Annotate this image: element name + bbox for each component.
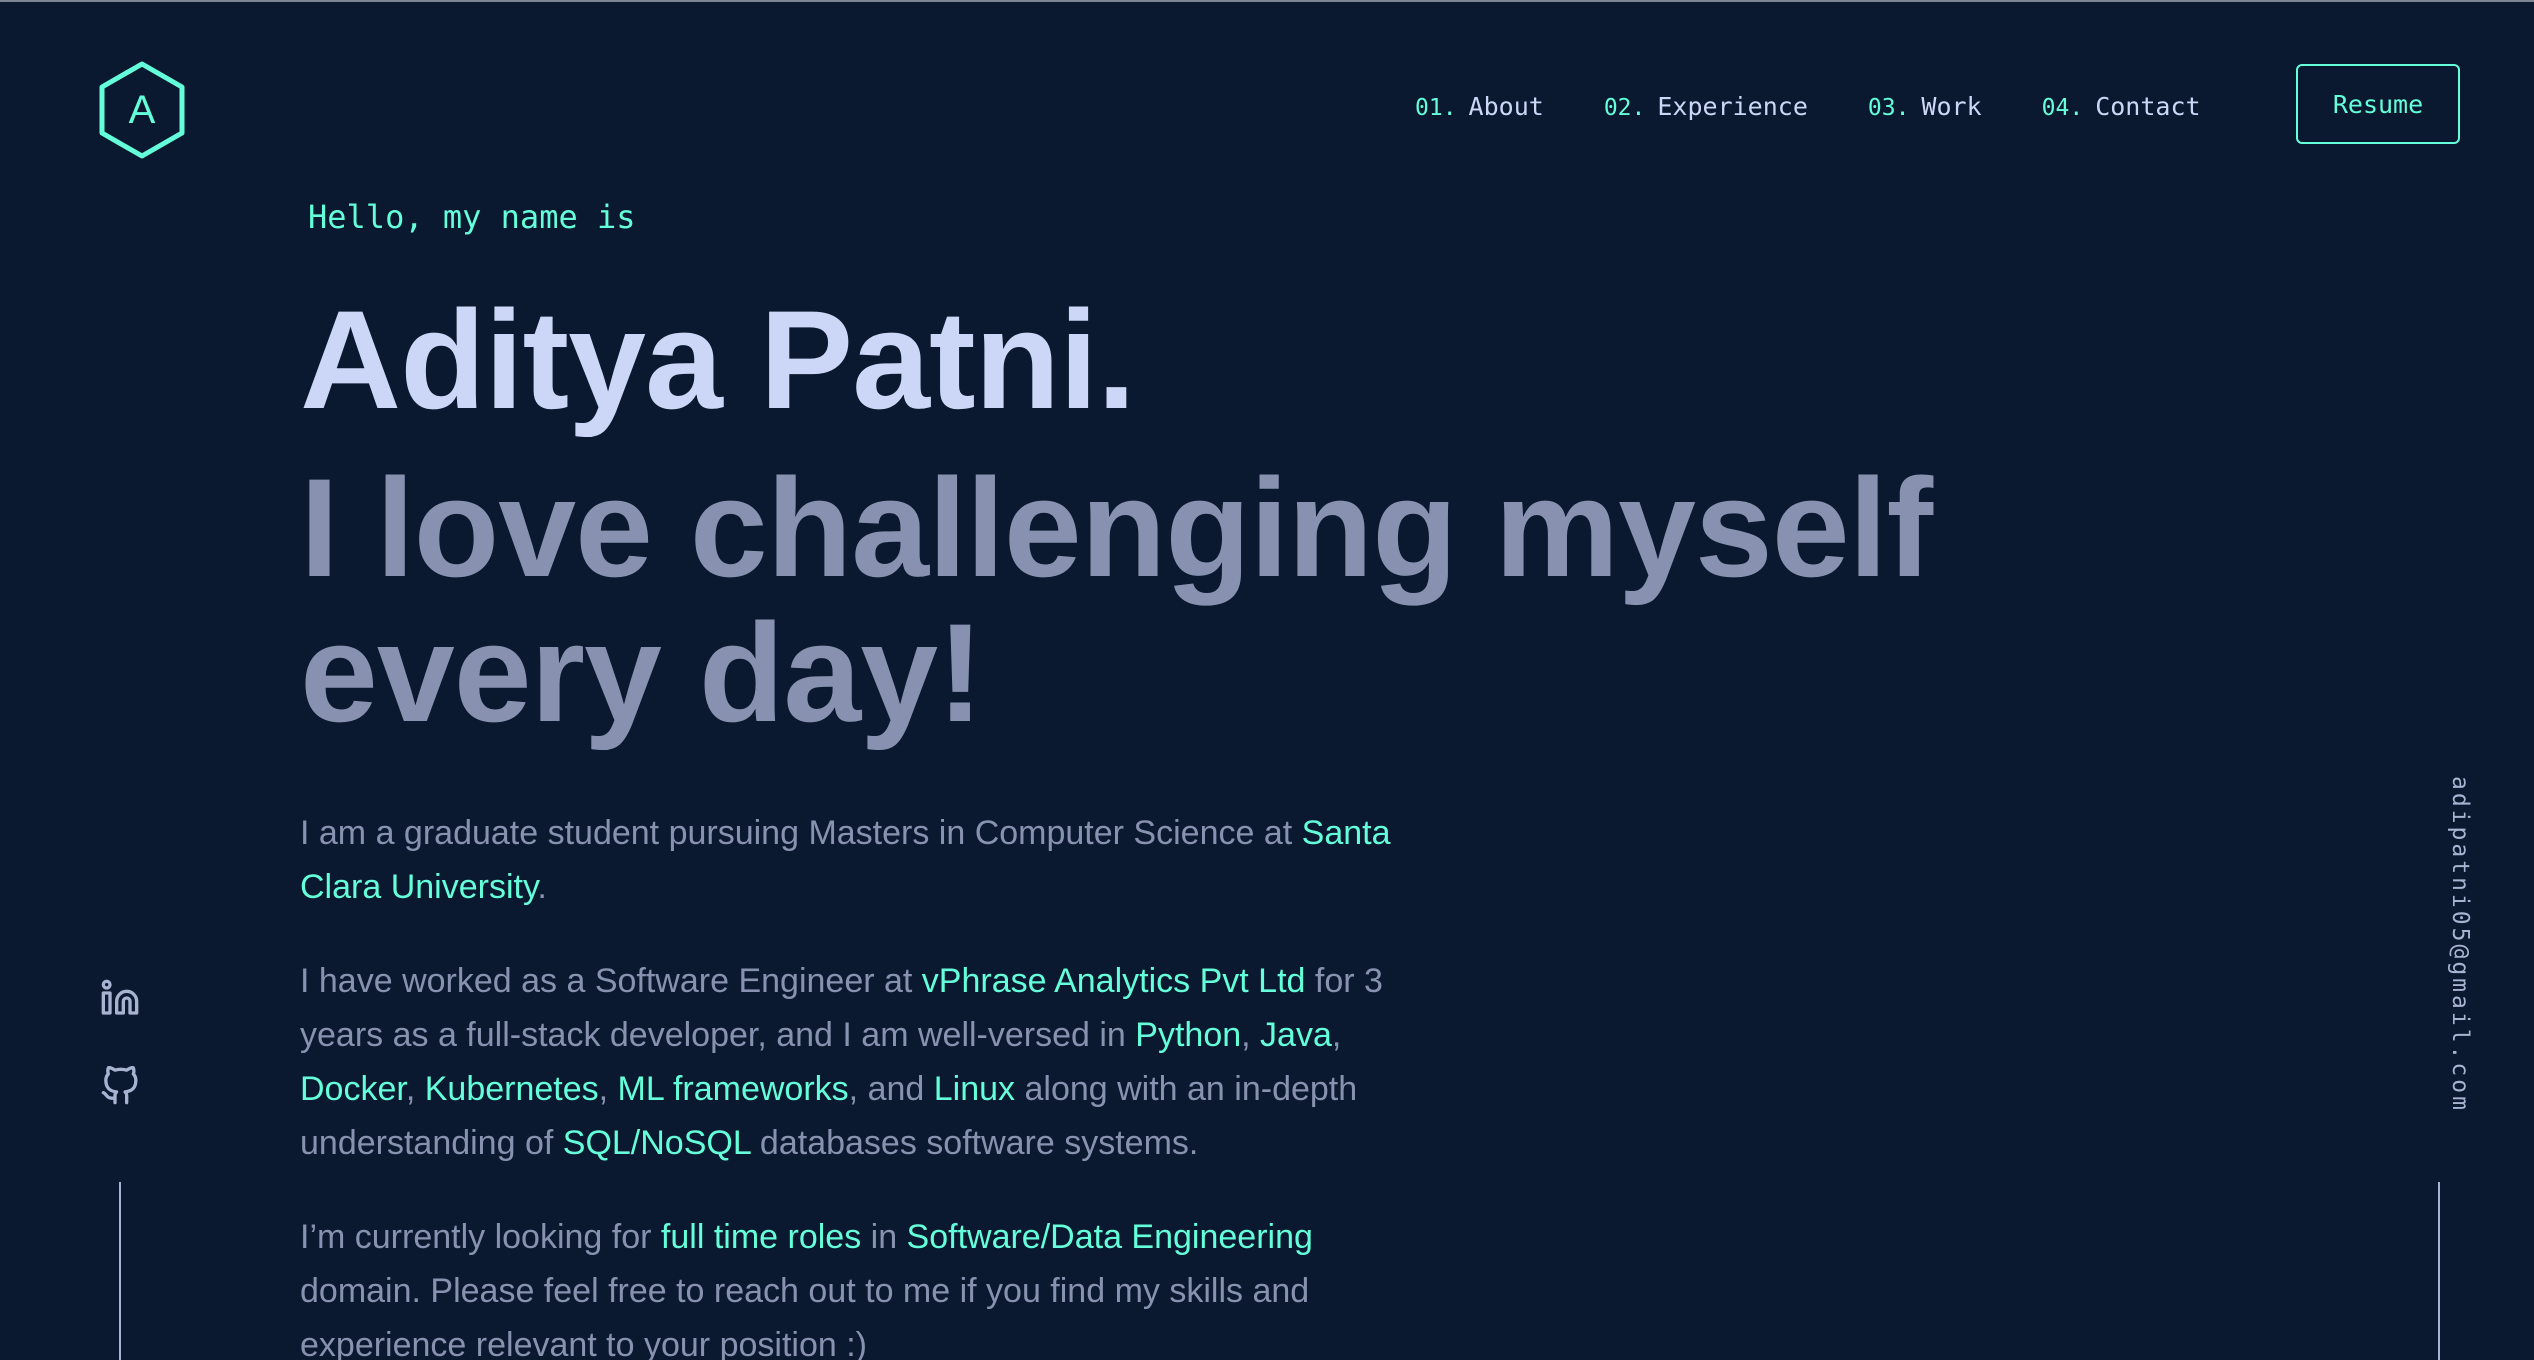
left-divider-line bbox=[119, 1182, 121, 1360]
skill-sql: SQL/NoSQL bbox=[562, 1124, 751, 1162]
nav-label: Experience bbox=[1657, 91, 1808, 121]
logo[interactable]: A bbox=[97, 60, 187, 160]
text: I am a graduate student pursuing Masters… bbox=[300, 814, 1302, 852]
skill-docker: Docker bbox=[300, 1070, 406, 1108]
resume-button[interactable]: Resume bbox=[2296, 64, 2460, 144]
right-divider-line bbox=[2438, 1182, 2440, 1360]
skill-linux: Linux bbox=[933, 1070, 1016, 1108]
nav-item-work[interactable]: 03. Work bbox=[1868, 92, 1982, 121]
text: databases software systems. bbox=[750, 1124, 1199, 1162]
nav-item-experience[interactable]: 02. Experience bbox=[1604, 92, 1808, 121]
about-paragraph-experience: I have worked as a Software Engineer at … bbox=[300, 954, 1430, 1170]
email-sidebar: adipatni05@gmail.com bbox=[2440, 776, 2480, 1126]
nav-item-contact[interactable]: 04. Contact bbox=[2042, 92, 2201, 121]
skill-ml-frameworks: ML frameworks bbox=[617, 1070, 849, 1108]
text: , bbox=[1331, 1016, 1342, 1054]
text: , bbox=[1241, 1016, 1261, 1054]
linkedin-icon[interactable] bbox=[99, 977, 141, 1019]
roles-highlight: full time roles bbox=[660, 1218, 862, 1256]
text: I’m currently looking for bbox=[300, 1218, 661, 1256]
skill-java: Java bbox=[1260, 1016, 1332, 1054]
text: . bbox=[537, 868, 547, 906]
nav-number: 02. bbox=[1603, 94, 1646, 121]
about-text: I am a graduate student pursuing Masters… bbox=[300, 806, 1430, 1360]
social-links bbox=[96, 977, 144, 1153]
hero-greeting: Hello, my name is bbox=[308, 198, 636, 236]
skill-python: Python bbox=[1135, 1016, 1242, 1054]
about-paragraph-looking: I’m currently looking for full time role… bbox=[300, 1210, 1430, 1360]
text: domain. Please feel free to reach out to… bbox=[300, 1272, 1310, 1360]
nav-number: 01. bbox=[1415, 94, 1457, 121]
main-nav: 01. About 02. Experience 03. Work 04. Co… bbox=[1415, 86, 2261, 126]
nav-label: Work bbox=[1921, 91, 1982, 121]
company-link[interactable]: vPhrase Analytics Pvt Ltd bbox=[922, 962, 1306, 1000]
nav-item-about[interactable]: 01. About bbox=[1415, 92, 1544, 121]
skill-kubernetes: Kubernetes bbox=[424, 1070, 599, 1108]
nav-label: About bbox=[1468, 91, 1544, 121]
hero-name: Aditya Patni. bbox=[300, 281, 1136, 438]
nav-number: 03. bbox=[1867, 94, 1910, 121]
text: in bbox=[861, 1218, 907, 1256]
hero-tagline: I love challenging myself every day! bbox=[300, 449, 1933, 751]
page: A 01. About 02. Experience 03. Work 04. … bbox=[0, 0, 2534, 1360]
nav-number: 04. bbox=[2041, 94, 2084, 121]
text: , bbox=[598, 1070, 618, 1108]
text: I have worked as a Software Engineer at bbox=[300, 962, 922, 1000]
about-paragraph-education: I am a graduate student pursuing Masters… bbox=[300, 806, 1430, 914]
nav-label: Contact bbox=[2095, 91, 2201, 121]
email-link[interactable]: adipatni05@gmail.com bbox=[2447, 776, 2473, 1113]
github-icon[interactable] bbox=[99, 1065, 141, 1107]
text: , bbox=[405, 1070, 425, 1108]
hexagon-logo-icon: A bbox=[99, 61, 185, 159]
logo-letter: A bbox=[129, 88, 156, 132]
text: , and bbox=[848, 1070, 934, 1108]
domain-highlight: Software/Data Engineering bbox=[906, 1218, 1313, 1256]
